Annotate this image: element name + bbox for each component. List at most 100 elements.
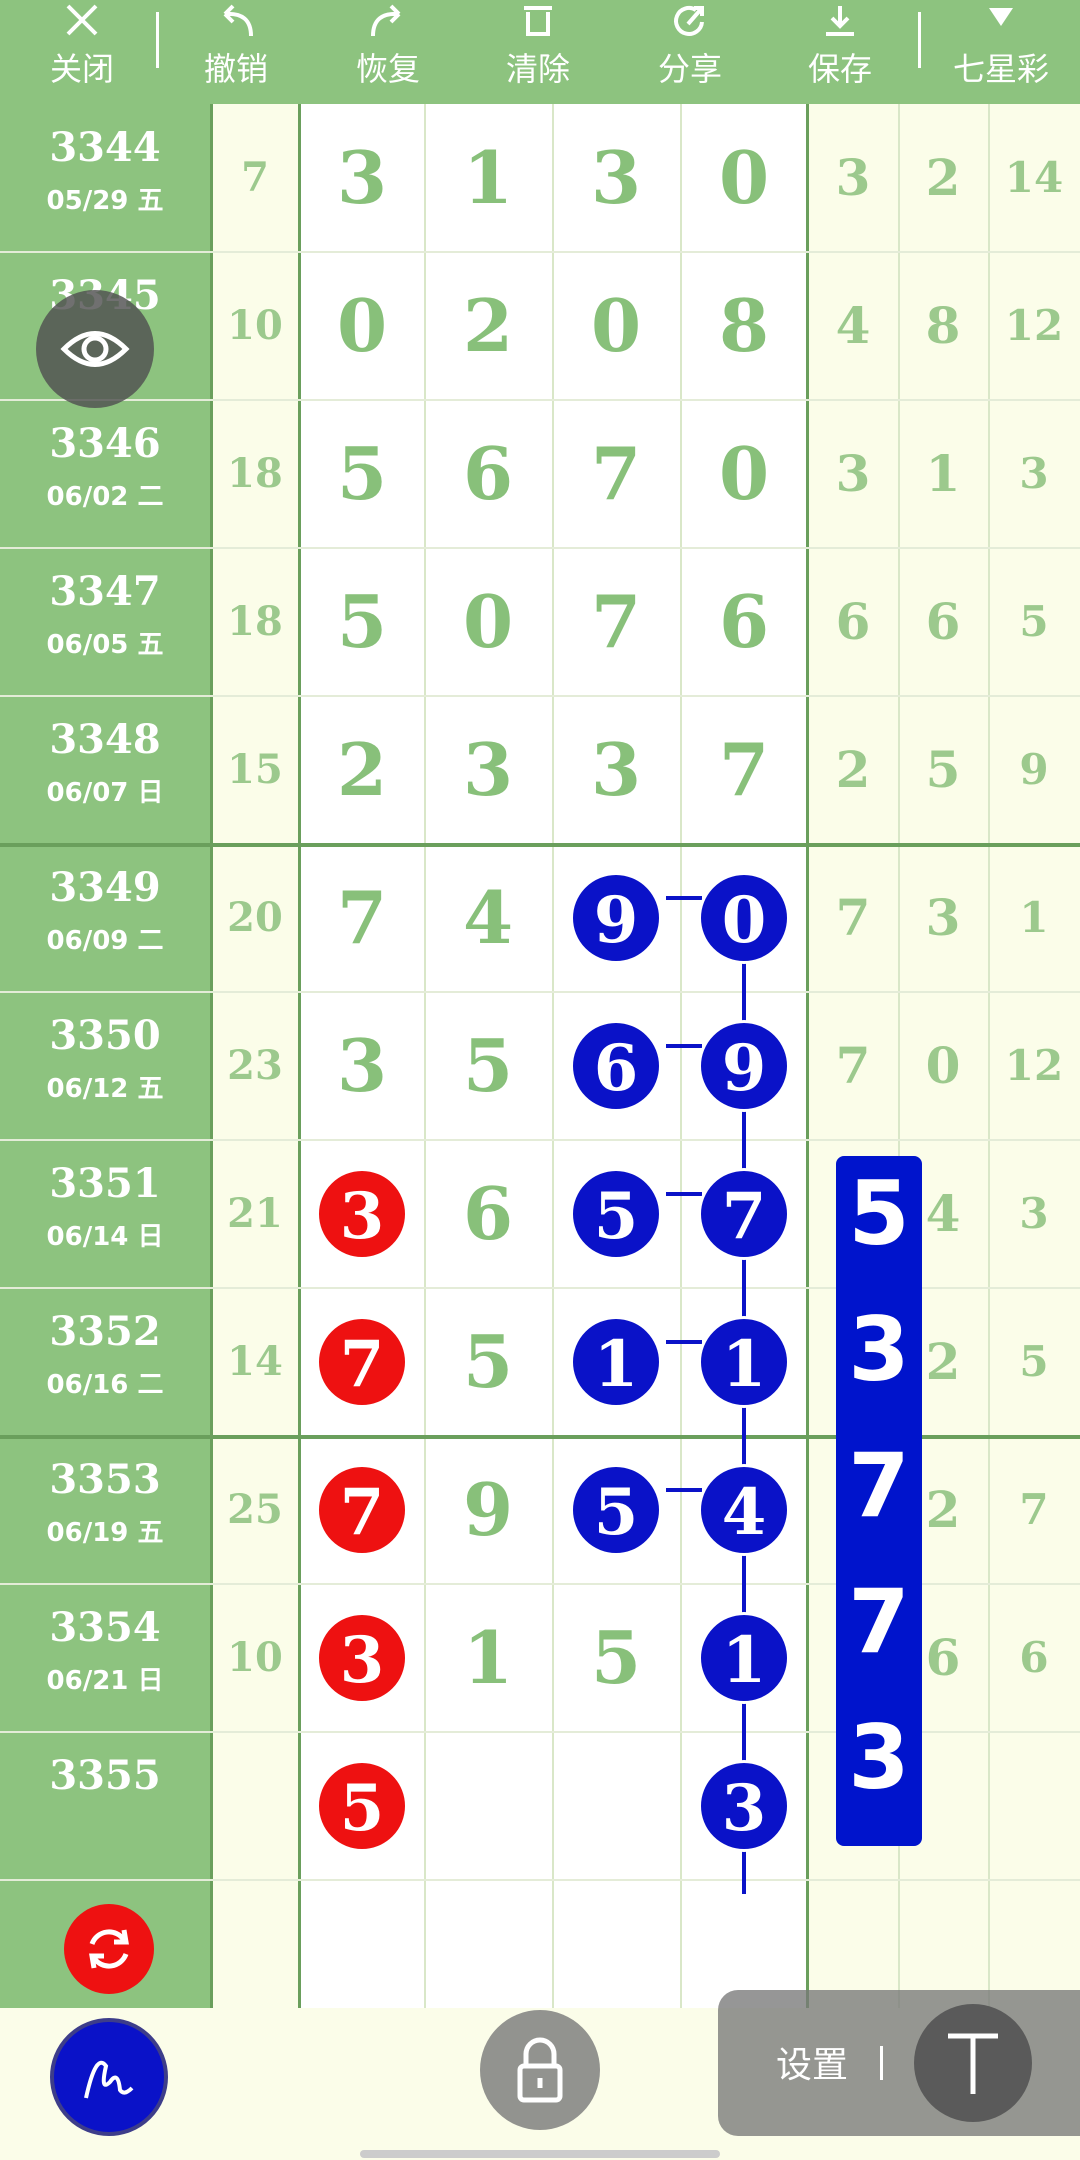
draw-pen-button[interactable] (50, 2018, 168, 2136)
issue-date: 06/09 二 (46, 926, 164, 956)
digit-cell[interactable]: 0 (428, 548, 548, 696)
digit-cell[interactable]: 5 (556, 1584, 676, 1732)
digit-cell[interactable]: 7 (556, 548, 676, 696)
blue-ball[interactable]: 4 (698, 1464, 790, 1556)
blue-ball[interactable]: 3 (698, 1760, 790, 1852)
tail-cell (988, 1732, 1080, 1880)
tail-cell: 3 (1019, 1189, 1049, 1238)
digit-cell[interactable]: 7 (556, 400, 676, 548)
clear-button[interactable]: 清除 (468, 0, 608, 104)
digit-cell[interactable]: 5 (302, 548, 422, 696)
blue-ball[interactable]: 9 (698, 1020, 790, 1112)
blue-ball[interactable]: 5 (570, 1168, 662, 1260)
digit-cell[interactable]: 2 (428, 252, 548, 400)
lock-button[interactable] (480, 2010, 600, 2130)
digit-cell[interactable]: 5 (302, 400, 422, 548)
close-icon (60, 4, 104, 42)
text-tool-button[interactable] (914, 2004, 1032, 2122)
share-label: 分享 (657, 50, 722, 88)
grid-divider (298, 104, 301, 2008)
digit-cell[interactable]: 3 (428, 696, 548, 844)
visibility-toggle-button[interactable] (36, 290, 154, 408)
red-ball[interactable]: 3 (316, 1168, 408, 1260)
issue-number: 3348 (49, 716, 161, 763)
digit-cell[interactable]: 3 (302, 992, 422, 1140)
issue-cell: 3349 06/09 二 (0, 844, 210, 992)
red-ball[interactable]: 3 (316, 1612, 408, 1704)
issue-number: 3353 (49, 1456, 161, 1503)
digit-cell[interactable]: 3 (556, 696, 676, 844)
issue-number: 3354 (49, 1604, 161, 1651)
red-ball[interactable]: 5 (316, 1760, 408, 1852)
issue-cell: 3344 05/29 五 (0, 104, 210, 252)
close-button[interactable]: 关闭 (12, 0, 152, 104)
redo-icon (363, 4, 413, 44)
digit-cell[interactable]: 2 (302, 696, 422, 844)
sum-cell: 10 (227, 302, 283, 349)
refresh-button[interactable] (64, 1904, 154, 1994)
digit-cell[interactable]: 0 (556, 252, 676, 400)
row-divider (0, 991, 1080, 993)
blue-ball[interactable]: 1 (698, 1316, 790, 1408)
issue-number: 3355 (49, 1752, 161, 1799)
caret-down-icon (981, 4, 1021, 38)
blue-ball[interactable]: 1 (698, 1612, 790, 1704)
issue-cell: 3355 (0, 1732, 210, 1880)
blue-link-line (666, 1488, 702, 1492)
issue-date: 05/29 五 (46, 186, 164, 216)
blue-ball[interactable]: 0 (698, 872, 790, 964)
digit-cell[interactable]: 1 (428, 1584, 548, 1732)
blue-ball[interactable]: 5 (570, 1464, 662, 1556)
digit-cell[interactable]: 7 (684, 696, 804, 844)
blue-ball[interactable]: 6 (570, 1020, 662, 1112)
issue-cell: 3347 06/05 五 (0, 548, 210, 696)
tail-cell: 14 (1004, 153, 1064, 202)
digit-cell[interactable]: 7 (302, 844, 422, 992)
digit-cell[interactable]: 4 (428, 844, 548, 992)
digit-cell[interactable]: 6 (428, 400, 548, 548)
settings-button[interactable]: 设置 (776, 2036, 848, 2088)
blue-ball[interactable]: 7 (698, 1168, 790, 1260)
digit-cell[interactable] (556, 1732, 676, 1880)
digit-cell[interactable]: 3 (302, 104, 422, 252)
lottery-type-dropdown[interactable]: 七星彩 (926, 0, 1076, 104)
tail-cell: 6 (925, 592, 961, 651)
grid-divider (424, 104, 426, 2008)
issue-date: 06/02 二 (46, 482, 164, 512)
redo-button[interactable]: 恢复 (318, 0, 458, 104)
issue-number: 3349 (49, 864, 161, 911)
digit-cell[interactable]: 3 (556, 104, 676, 252)
blue-ball[interactable]: 9 (570, 872, 662, 964)
save-button[interactable]: 保存 (770, 0, 910, 104)
digit-cell[interactable]: 5 (428, 992, 548, 1140)
tail-cell: 7 (835, 1036, 871, 1095)
blue-ball[interactable]: 1 (570, 1316, 662, 1408)
sum-cell: 14 (227, 1338, 283, 1385)
digit-cell[interactable]: 0 (684, 104, 804, 252)
digit-cell[interactable]: 6 (428, 1140, 548, 1288)
digit-cell[interactable]: 9 (428, 1436, 548, 1584)
sum-cell: 7 (241, 154, 269, 201)
digit-cell[interactable] (428, 1732, 548, 1880)
digit-cell[interactable]: 0 (302, 252, 422, 400)
sum-cell: 20 (227, 894, 283, 941)
sum-cell: 21 (227, 1190, 283, 1237)
tail-cell: 6 (1019, 1633, 1049, 1682)
issue-cell: 3354 06/21 日 (0, 1584, 210, 1732)
digit-cell[interactable]: 1 (428, 104, 548, 252)
red-ball[interactable]: 7 (316, 1316, 408, 1408)
tail-cell: 0 (925, 1036, 961, 1095)
tail-cell: 9 (1019, 745, 1049, 794)
digit-cell[interactable]: 8 (684, 252, 804, 400)
tail-cell: 3 (925, 888, 961, 947)
undo-button[interactable]: 撤销 (166, 0, 306, 104)
digit-cell[interactable]: 6 (684, 548, 804, 696)
share-button[interactable]: 分享 (620, 0, 760, 104)
pen-scribble-icon (84, 2060, 134, 2099)
red-ball[interactable]: 7 (316, 1464, 408, 1556)
text-tool-icon (948, 2033, 998, 2094)
digit-cell[interactable]: 0 (684, 400, 804, 548)
digit-cell[interactable]: 5 (428, 1288, 548, 1436)
toolbar-separator (918, 12, 921, 68)
tail-cell: 4 (835, 296, 871, 355)
